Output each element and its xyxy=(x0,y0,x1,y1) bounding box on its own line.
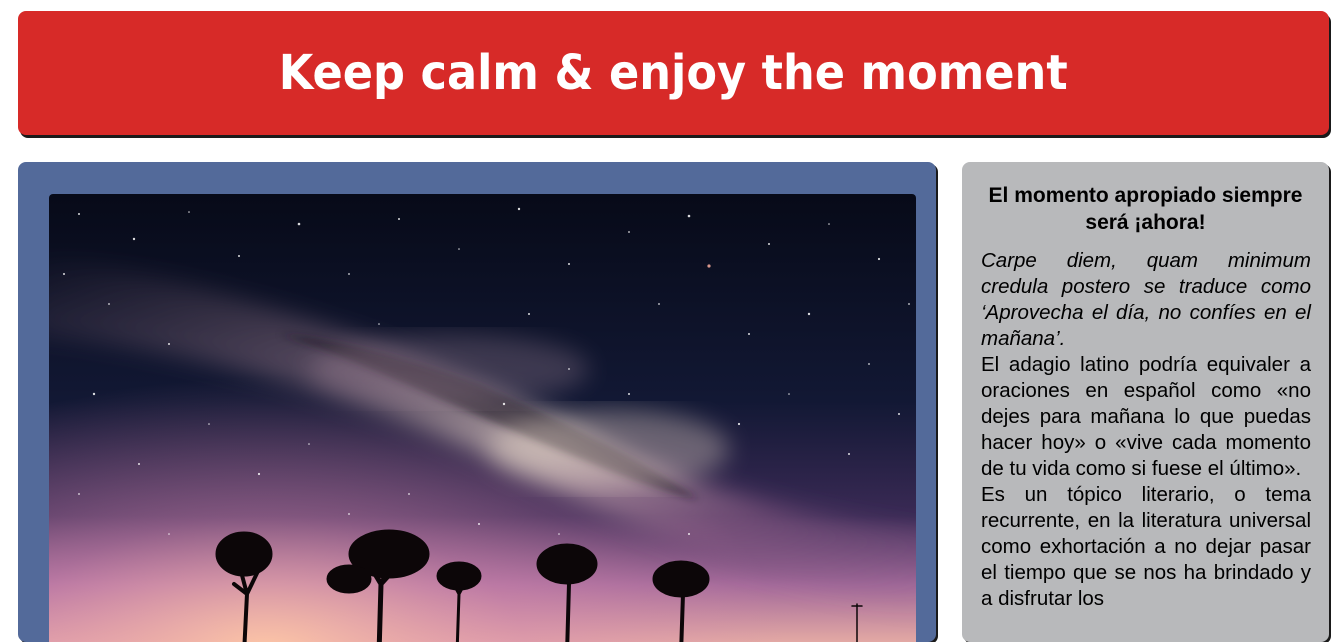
sidebar-article: El momento apropiado siempre será ¡ahora… xyxy=(962,162,1329,642)
article-body: Carpe diem, quam minimum credula postero… xyxy=(981,248,1311,612)
page-title: Keep calm & enjoy the moment xyxy=(279,45,1068,101)
page-header: Keep calm & enjoy the moment xyxy=(18,11,1329,135)
article-heading: El momento apropiado siempre será ¡ahora… xyxy=(988,184,1303,234)
main-image-panel xyxy=(18,162,936,642)
article-paragraph: El adagio latino podría equivaler a orac… xyxy=(981,353,1311,480)
latin-quote: Carpe diem, quam minimum credula postero… xyxy=(981,249,1311,350)
article-paragraph: Es un tópico literario, o tema recurrent… xyxy=(981,483,1311,610)
milky-way-photo xyxy=(49,194,916,642)
